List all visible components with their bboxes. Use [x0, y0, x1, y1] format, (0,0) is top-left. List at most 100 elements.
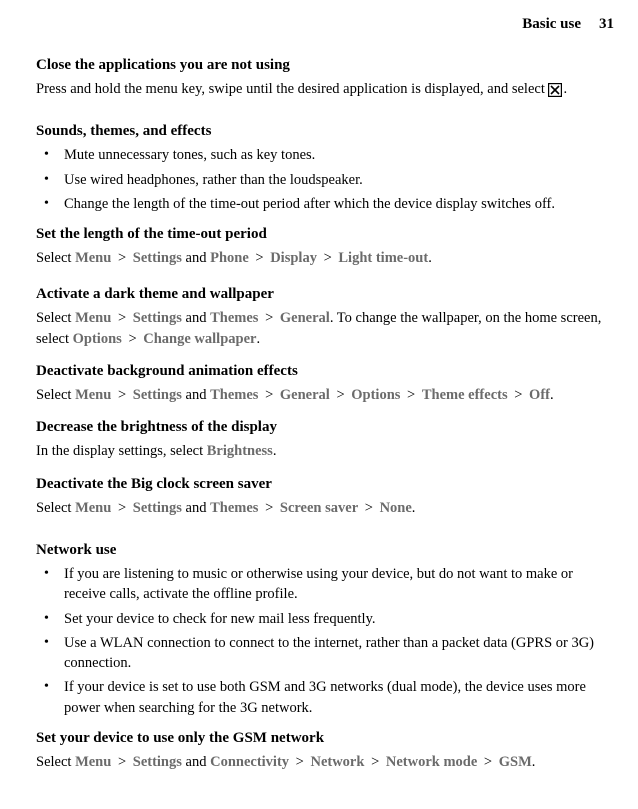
display-label: Display	[270, 250, 317, 266]
timeout-section: Set the length of the time-out period Se…	[36, 224, 612, 268]
close-apps-text: Press and hold the menu key, swipe until…	[36, 79, 612, 99]
list-item: If you are listening to music or otherwi…	[36, 564, 612, 605]
bigclock-section: Deactivate the Big clock screen saver Se…	[36, 474, 612, 518]
list-item: Change the length of the time-out period…	[36, 194, 612, 214]
period: .	[532, 754, 536, 770]
change-wallpaper-label: Change wallpaper	[143, 331, 256, 347]
select-label: Select	[36, 310, 75, 326]
settings-label: Settings	[133, 500, 182, 516]
settings-label: Settings	[133, 754, 182, 770]
list-item: Use wired headphones, rather than the lo…	[36, 170, 612, 190]
menu-label: Menu	[75, 500, 111, 516]
chevron-icon: >	[361, 500, 376, 516]
screensaver-label: Screen saver	[280, 500, 358, 516]
brightness-section: Decrease the brightness of the display I…	[36, 417, 612, 461]
network-bullets: If you are listening to music or otherwi…	[36, 564, 612, 718]
and-text: and	[182, 250, 210, 266]
page-header: Basic use 31	[0, 0, 638, 43]
sounds-bullets: Mute unnecessary tones, such as key tone…	[36, 145, 612, 214]
themes-label: Themes	[210, 310, 258, 326]
light-timeout-label: Light time-out	[338, 250, 428, 266]
chevron-icon: >	[367, 754, 382, 770]
settings-label: Settings	[133, 310, 182, 326]
select-label: Select	[36, 250, 75, 266]
menu-label: Menu	[75, 754, 111, 770]
phone-label: Phone	[210, 250, 249, 266]
period: .	[428, 250, 432, 266]
network-title: Network use	[36, 540, 612, 561]
connectivity-label: Connectivity	[210, 754, 289, 770]
menu-label: Menu	[75, 310, 111, 326]
brightness-title: Decrease the brightness of the display	[36, 417, 612, 438]
brightness-label: Brightness	[207, 443, 273, 459]
period: .	[256, 331, 260, 347]
menu-label: Menu	[75, 250, 111, 266]
chevron-icon: >	[261, 310, 276, 326]
chevron-icon: >	[480, 754, 495, 770]
sounds-section: Sounds, themes, and effects Mute unneces…	[36, 121, 612, 214]
select-label: Select	[36, 500, 75, 516]
options-label: Options	[73, 331, 122, 347]
animation-text: Select Menu > Settings and Themes > Gene…	[36, 385, 612, 405]
chevron-icon: >	[252, 250, 267, 266]
gsm-section: Set your device to use only the GSM netw…	[36, 728, 612, 772]
settings-label: Settings	[133, 250, 182, 266]
list-item: If your device is set to use both GSM an…	[36, 677, 612, 718]
and-text: and	[182, 754, 210, 770]
chevron-icon: >	[403, 387, 418, 403]
timeout-text: Select Menu > Settings and Phone > Displ…	[36, 248, 612, 268]
darktheme-title: Activate a dark theme and wallpaper	[36, 284, 612, 305]
gsm-label: GSM	[499, 754, 532, 770]
animation-section: Deactivate background animation effects …	[36, 361, 612, 405]
darktheme-text: Select Menu > Settings and Themes > Gene…	[36, 308, 612, 349]
list-item: Mute unnecessary tones, such as key tone…	[36, 145, 612, 165]
close-apps-text-after: .	[563, 81, 567, 97]
general-label: General	[280, 310, 330, 326]
close-icon	[548, 83, 562, 97]
close-apps-text-before: Press and hold the menu key, swipe until…	[36, 81, 548, 97]
options-label: Options	[351, 387, 400, 403]
chevron-icon: >	[292, 754, 307, 770]
brightness-text-before: In the display settings, select	[36, 443, 207, 459]
timeout-title: Set the length of the time-out period	[36, 224, 612, 245]
chevron-icon: >	[114, 310, 129, 326]
chevron-icon: >	[114, 754, 129, 770]
chevron-icon: >	[114, 387, 129, 403]
general-label: General	[280, 387, 330, 403]
network-section: Network use If you are listening to musi…	[36, 540, 612, 718]
chevron-icon: >	[320, 250, 335, 266]
themes-label: Themes	[210, 387, 258, 403]
themes-label: Themes	[210, 500, 258, 516]
settings-label: Settings	[133, 387, 182, 403]
close-apps-title: Close the applications you are not using	[36, 55, 612, 76]
and-text: and	[182, 500, 210, 516]
darktheme-section: Activate a dark theme and wallpaper Sele…	[36, 284, 612, 349]
chevron-icon: >	[125, 331, 140, 347]
menu-label: Menu	[75, 387, 111, 403]
list-item: Use a WLAN connection to connect to the …	[36, 633, 612, 674]
bigclock-title: Deactivate the Big clock screen saver	[36, 474, 612, 495]
sounds-title: Sounds, themes, and effects	[36, 121, 612, 142]
chevron-icon: >	[114, 250, 129, 266]
page-content: Close the applications you are not using…	[0, 43, 638, 772]
gsm-title: Set your device to use only the GSM netw…	[36, 728, 612, 749]
animation-title: Deactivate background animation effects	[36, 361, 612, 382]
select-label: Select	[36, 754, 75, 770]
select-label: Select	[36, 387, 75, 403]
page-number: 31	[599, 14, 614, 35]
list-item: Set your device to check for new mail le…	[36, 609, 612, 629]
period: .	[412, 500, 416, 516]
and-text: and	[182, 310, 210, 326]
brightness-text: In the display settings, select Brightne…	[36, 441, 612, 461]
theme-effects-label: Theme effects	[422, 387, 508, 403]
chevron-icon: >	[261, 500, 276, 516]
none-label: None	[380, 500, 412, 516]
off-label: Off	[529, 387, 550, 403]
close-apps-section: Close the applications you are not using…	[36, 55, 612, 99]
bigclock-text: Select Menu > Settings and Themes > Scre…	[36, 498, 612, 518]
period: .	[550, 387, 554, 403]
chevron-icon: >	[114, 500, 129, 516]
chevron-icon: >	[261, 387, 276, 403]
period: .	[273, 443, 277, 459]
header-title: Basic use	[522, 14, 581, 35]
